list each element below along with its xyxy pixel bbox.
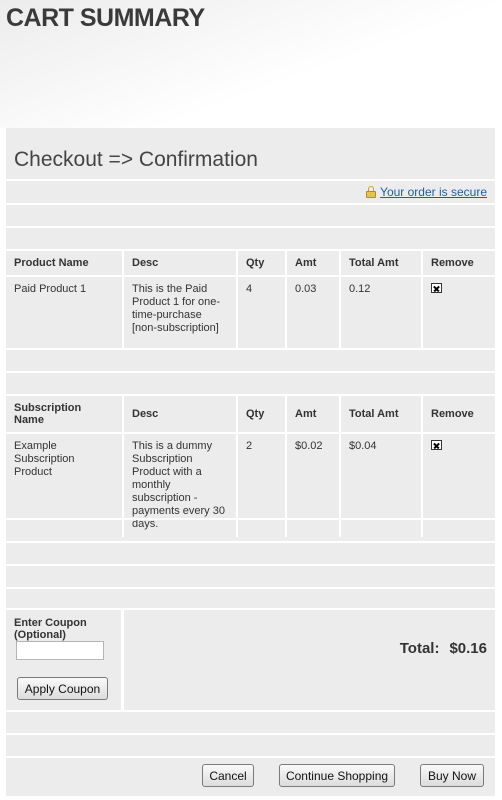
total-label: Total: bbox=[399, 640, 440, 657]
row-divider bbox=[6, 179, 495, 181]
buy-now-button[interactable]: Buy Now bbox=[420, 764, 484, 787]
products-header-row: Product Name Desc Qty Amt Total Amt Remo… bbox=[6, 251, 495, 277]
product-desc: This is the Paid Product 1 for one-time-… bbox=[124, 277, 238, 350]
apply-coupon-button[interactable]: Apply Coupon bbox=[17, 677, 108, 700]
row-divider bbox=[6, 371, 495, 373]
col-header-qty: Qty bbox=[238, 251, 287, 277]
product-name: Paid Product 1 bbox=[6, 277, 124, 350]
products-table: Product Name Desc Qty Amt Total Amt Remo… bbox=[6, 251, 495, 350]
total-value: $0.16 bbox=[449, 640, 487, 657]
row-divider bbox=[6, 733, 495, 735]
row-divider bbox=[6, 587, 495, 589]
remove-item-icon[interactable] bbox=[431, 283, 442, 293]
col-header-subscription-name: Subscription Name bbox=[6, 396, 124, 434]
lock-icon bbox=[366, 186, 377, 198]
col-header-amt: Amt bbox=[287, 396, 341, 434]
col-header-total-amt: Total Amt bbox=[341, 251, 423, 277]
remove-cell bbox=[423, 434, 495, 537]
subscriptions-header-row: Subscription Name Desc Qty Amt Total Amt… bbox=[6, 396, 495, 434]
remove-item-icon[interactable] bbox=[431, 440, 442, 450]
product-qty: 4 bbox=[238, 277, 287, 350]
product-amt: 0.03 bbox=[287, 277, 341, 350]
order-secure-link[interactable]: Your order is secure bbox=[380, 185, 487, 199]
checkout-heading: Checkout => Confirmation bbox=[14, 148, 258, 171]
page-title: CART SUMMARY bbox=[6, 4, 205, 32]
col-header-qty: Qty bbox=[238, 396, 287, 434]
row-divider bbox=[6, 756, 495, 758]
subscription-total: $0.04 bbox=[341, 434, 423, 537]
coupon-label: Enter Coupon (Optional) bbox=[14, 617, 94, 641]
col-header-product-name: Product Name bbox=[6, 251, 124, 277]
col-header-remove: Remove bbox=[423, 251, 495, 277]
secure-order-notice: Your order is secure bbox=[366, 185, 487, 199]
col-header-amt: Amt bbox=[287, 251, 341, 277]
coupon-section: Enter Coupon (Optional) Apply Coupon bbox=[6, 610, 123, 712]
col-header-total-amt: Total Amt bbox=[341, 396, 423, 434]
cart-panel: Checkout => Confirmation Your order is s… bbox=[6, 128, 495, 796]
coupon-label-text: Enter Coupon (Optional) bbox=[14, 617, 87, 641]
row-divider bbox=[6, 348, 495, 350]
row-divider bbox=[6, 541, 495, 543]
col-header-desc: Desc bbox=[124, 251, 238, 277]
col-header-desc: Desc bbox=[124, 396, 238, 434]
order-total: Total: $0.16 bbox=[400, 640, 487, 657]
row-divider bbox=[6, 518, 495, 520]
table-row: Example Subscription Product This is a d… bbox=[6, 434, 495, 537]
subscription-amt: $0.02 bbox=[287, 434, 341, 537]
subscriptions-table: Subscription Name Desc Qty Amt Total Amt… bbox=[6, 396, 495, 537]
table-row: Paid Product 1 This is the Paid Product … bbox=[6, 277, 495, 350]
subscription-name: Example Subscription Product bbox=[6, 434, 124, 537]
row-divider bbox=[6, 226, 495, 228]
product-total: 0.12 bbox=[341, 277, 423, 350]
row-divider bbox=[6, 203, 495, 205]
remove-cell bbox=[423, 277, 495, 350]
continue-shopping-button[interactable]: Continue Shopping bbox=[279, 764, 395, 787]
col-header-remove: Remove bbox=[423, 396, 495, 434]
subscription-qty: 2 bbox=[238, 434, 287, 537]
subscription-desc: This is a dummy Subscription Product wit… bbox=[124, 434, 238, 537]
coupon-input[interactable] bbox=[16, 641, 104, 660]
row-divider bbox=[6, 710, 495, 712]
coupon-divider bbox=[121, 610, 124, 712]
cancel-button[interactable]: Cancel bbox=[202, 764, 254, 787]
row-divider bbox=[6, 564, 495, 566]
